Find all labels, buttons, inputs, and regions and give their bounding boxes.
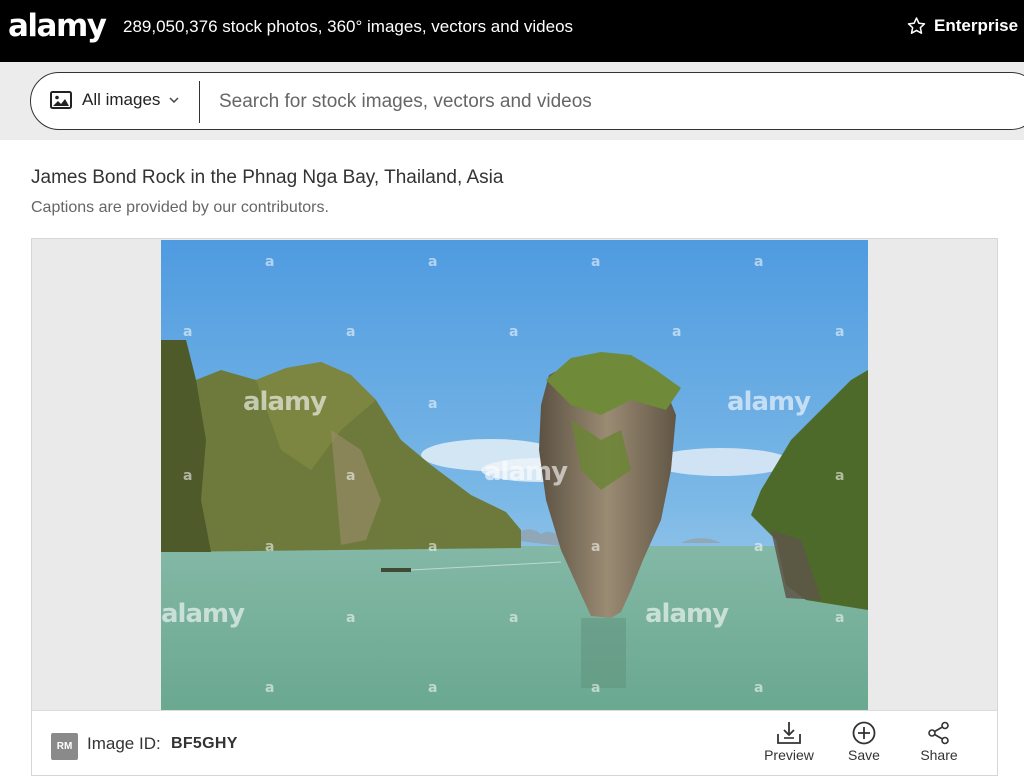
top-bar: alamy 289,050,376 stock photos, 360° ima…	[0, 0, 1024, 62]
image-title: James Bond Rock in the Phnag Nga Bay, Th…	[31, 167, 504, 188]
svg-text:a: a	[835, 468, 844, 484]
license-badge: RM	[51, 733, 78, 760]
svg-text:a: a	[754, 254, 763, 270]
share-button[interactable]: Share	[907, 721, 971, 763]
image-panel: a a a a a a a a a a a a a a a a a a a a a a a a alamy ala…	[31, 238, 998, 776]
image-info-bar: RM Image ID: BF5GHY Preview Save Share	[32, 710, 997, 775]
image-icon	[50, 91, 72, 109]
watermark-1: alamy	[243, 387, 327, 417]
svg-text:a: a	[835, 610, 844, 626]
stock-photo-scene: a a a a a a a a a a a a a a a a a a a a a a a a alamy ala…	[161, 240, 868, 710]
svg-text:a: a	[754, 680, 763, 696]
svg-text:a: a	[835, 324, 844, 340]
search-band: All images	[0, 62, 1024, 140]
stock-photo[interactable]: a a a a a a a a a a a a a a a a a a a a a a a a alamy ala…	[161, 240, 868, 710]
svg-text:a: a	[265, 680, 274, 696]
svg-text:a: a	[346, 468, 355, 484]
plus-circle-icon	[852, 721, 876, 745]
enterprise-label: Enterprise	[934, 16, 1019, 35]
alamy-logo[interactable]: alamy	[8, 8, 107, 44]
image-type-label: All images	[82, 90, 161, 109]
search-box: All images	[30, 72, 1024, 130]
save-label: Save	[848, 747, 880, 763]
svg-text:a: a	[591, 254, 600, 270]
watermark-5: alamy	[645, 599, 729, 629]
svg-text:a: a	[754, 539, 763, 555]
watermark-3: alamy	[484, 457, 568, 487]
enterprise-link[interactable]: Enterprise	[906, 15, 1018, 37]
image-type-dropdown[interactable]: All images	[50, 90, 179, 110]
svg-text:a: a	[346, 324, 355, 340]
chevron-down-icon	[169, 96, 179, 103]
image-id-value: BF5GHY	[171, 735, 238, 752]
share-label: Share	[920, 747, 958, 763]
svg-text:a: a	[509, 610, 518, 626]
search-input[interactable]	[219, 87, 1019, 117]
site-tagline: 289,050,376 stock photos, 360° images, v…	[123, 17, 574, 36]
svg-text:a: a	[591, 680, 600, 696]
svg-text:a: a	[428, 396, 437, 412]
svg-text:a: a	[183, 324, 192, 340]
image-id-label: Image ID:	[87, 734, 161, 753]
svg-text:a: a	[265, 539, 274, 555]
svg-text:a: a	[428, 680, 437, 696]
search-divider	[199, 81, 200, 123]
svg-text:a: a	[183, 468, 192, 484]
svg-text:a: a	[591, 539, 600, 555]
download-icon	[777, 722, 801, 744]
watermark-2: alamy	[727, 387, 811, 417]
svg-text:a: a	[509, 324, 518, 340]
star-icon	[907, 17, 926, 34]
preview-label: Preview	[764, 747, 814, 763]
svg-text:a: a	[265, 254, 274, 270]
watermark-4: alamy	[161, 599, 245, 629]
svg-text:a: a	[428, 539, 437, 555]
caption-note: Captions are provided by our contributor…	[31, 199, 329, 216]
svg-text:a: a	[672, 324, 681, 340]
svg-text:a: a	[428, 254, 437, 270]
preview-button[interactable]: Preview	[757, 721, 821, 763]
share-icon	[928, 721, 949, 745]
save-button[interactable]: Save	[832, 721, 896, 763]
svg-text:a: a	[346, 610, 355, 626]
